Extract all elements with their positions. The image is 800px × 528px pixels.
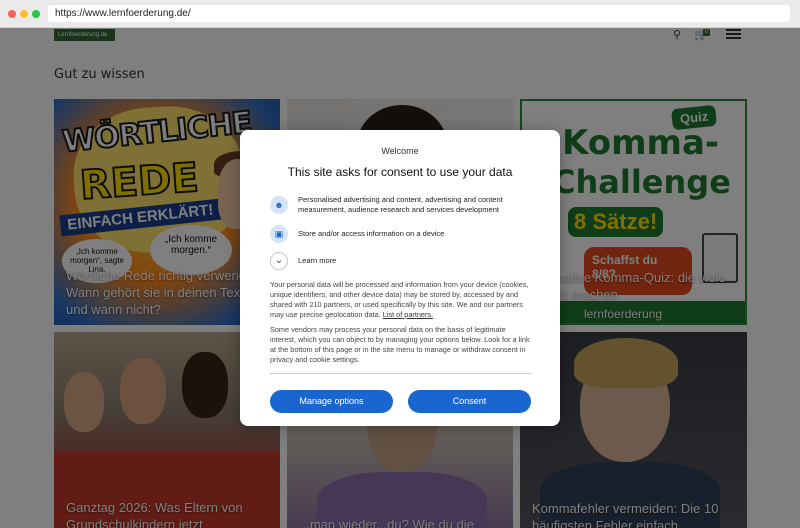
learn-more-label[interactable]: Learn more xyxy=(298,256,336,266)
purpose-label: Personalised advertising and content, ad… xyxy=(298,195,503,214)
person-icon: ☻ xyxy=(270,196,288,214)
learn-more-toggle[interactable]: ⌄ Learn more xyxy=(270,251,532,271)
device-icon: ▣ xyxy=(270,225,288,243)
purpose-item: ▣ Store and/or access information on a d… xyxy=(270,224,532,244)
legitimate-interest-paragraph: Some vendors may process your personal d… xyxy=(270,325,530,364)
close-window-button[interactable] xyxy=(8,10,16,18)
consent-paragraph: Your personal data will be processed and… xyxy=(270,280,532,320)
browser-chrome: https://www.lernfoerderung.de/ xyxy=(0,0,800,28)
minimize-window-button[interactable] xyxy=(20,10,28,18)
dialog-heading: This site asks for consent to use your d… xyxy=(287,165,513,179)
manage-options-button[interactable]: Manage options xyxy=(270,390,393,413)
consent-button[interactable]: Consent xyxy=(408,390,531,413)
purpose-item: ☻ Personalised advertising and content, … xyxy=(270,194,532,216)
partners-link[interactable]: List of partners. xyxy=(383,310,433,319)
maximize-window-button[interactable] xyxy=(32,10,40,18)
divider xyxy=(270,373,532,374)
chevron-down-icon[interactable]: ⌄ xyxy=(270,252,288,270)
address-bar[interactable]: https://www.lernfoerderung.de/ xyxy=(48,5,790,22)
purpose-label: Store and/or access information on a dev… xyxy=(298,229,445,238)
page: Lernfoerderung.de ⚲ 🛒 0 Gut zu wissen WÖ… xyxy=(0,28,800,528)
dialog-welcome: Welcome xyxy=(381,146,419,156)
consent-dialog: Welcome This site asks for consent to us… xyxy=(240,130,560,426)
